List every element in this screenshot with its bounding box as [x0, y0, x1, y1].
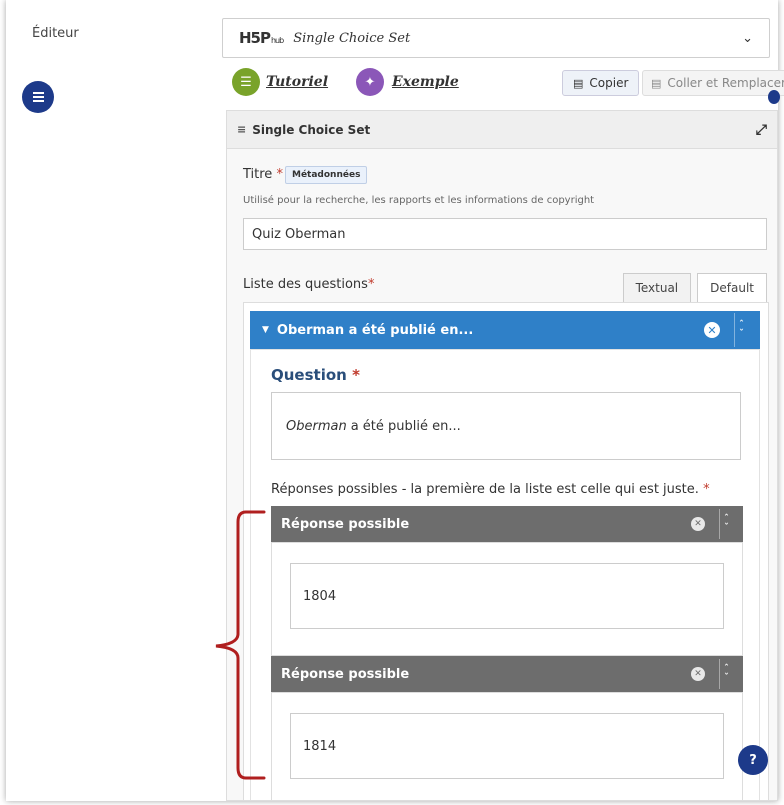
h5p-logo: H5Phub	[239, 29, 284, 47]
h5p-editor: H5Phub Single Choice Set ⌄ ☰ Tutoriel ✦ …	[218, 18, 784, 801]
reorder-arrows-icon[interactable]: ˆˇ	[719, 509, 733, 539]
chevron-down-icon[interactable]: ⌄	[742, 31, 753, 46]
library-name: Single Choice Set	[293, 30, 411, 46]
wand-icon: ✦	[356, 68, 384, 96]
annotation-brace-icon	[215, 510, 266, 780]
content-title: Single Choice Set	[252, 122, 371, 137]
content-header: ≡ Single Choice Set ⤢	[227, 111, 777, 149]
question-item-body: Question * Oberman a été publié en... Rép…	[250, 349, 760, 800]
title-label: Titre *	[243, 167, 283, 182]
answer-header[interactable]: Réponse possible ✕ ˆˇ	[271, 506, 743, 542]
question-input[interactable]: Oberman a été publié en...	[271, 392, 741, 460]
title-input[interactable]: Quiz Oberman	[243, 218, 767, 250]
editor-mode-tabs: Textual Default	[622, 273, 767, 303]
help-button[interactable]: ?	[738, 745, 768, 775]
remove-question-icon[interactable]: ✕	[704, 322, 720, 338]
example-link[interactable]: Exemple	[392, 74, 459, 90]
editor-toolbar: ☰ Tutoriel ✦ Exemple ▤ Copier ▤ Coller e…	[226, 66, 784, 102]
tab-textual[interactable]: Textual	[622, 273, 692, 303]
fullscreen-icon[interactable]: ⤢	[756, 122, 767, 138]
paste-replace-button[interactable]: ▤ Coller et Remplacer	[642, 70, 784, 96]
answer-header[interactable]: Réponse possible ✕ ˆˇ	[271, 656, 743, 692]
question-item-header[interactable]: ▼ Oberman a été publié en... ✕ ˆˇ	[250, 311, 760, 349]
answer-input[interactable]: 1814	[290, 713, 724, 779]
tutorial-link[interactable]: Tutoriel	[266, 74, 328, 90]
status-dot-icon	[768, 90, 780, 104]
metadata-button[interactable]: Métadonnées	[285, 166, 368, 184]
editor-label: Éditeur	[32, 26, 79, 41]
title-description: Utilisé pour la recherche, les rapports …	[243, 195, 595, 206]
list-icon: ≡	[237, 123, 247, 136]
content-type-selector[interactable]: H5Phub Single Choice Set ⌄	[222, 18, 770, 58]
remove-answer-icon[interactable]: ✕	[691, 517, 705, 531]
reorder-arrows-icon[interactable]: ˆˇ	[734, 313, 748, 347]
answer-input[interactable]: 1804	[290, 563, 724, 629]
question-label: Question *	[271, 366, 360, 384]
answer-body: 1814	[271, 692, 743, 800]
answers-label: Réponses possibles - la première de la l…	[271, 482, 710, 497]
menu-icon[interactable]	[22, 81, 54, 113]
question-list: ▼ Oberman a été publié en... ✕ ˆˇ Questi…	[243, 302, 769, 800]
paste-icon: ▤	[651, 76, 662, 90]
reorder-arrows-icon[interactable]: ˆˇ	[719, 659, 733, 689]
answer-body: 1804	[271, 542, 743, 656]
clipboard-icon: ▤	[573, 76, 584, 90]
content-panel: ≡ Single Choice Set ⤢ Titre * Métadonnée…	[226, 110, 778, 801]
collapse-icon[interactable]: ▼	[262, 325, 269, 335]
tab-default[interactable]: Default	[697, 273, 767, 303]
copy-button[interactable]: ▤ Copier	[562, 70, 640, 96]
questions-label: Liste des questions*	[243, 277, 375, 292]
remove-answer-icon[interactable]: ✕	[691, 667, 705, 681]
book-icon: ☰	[232, 68, 260, 96]
